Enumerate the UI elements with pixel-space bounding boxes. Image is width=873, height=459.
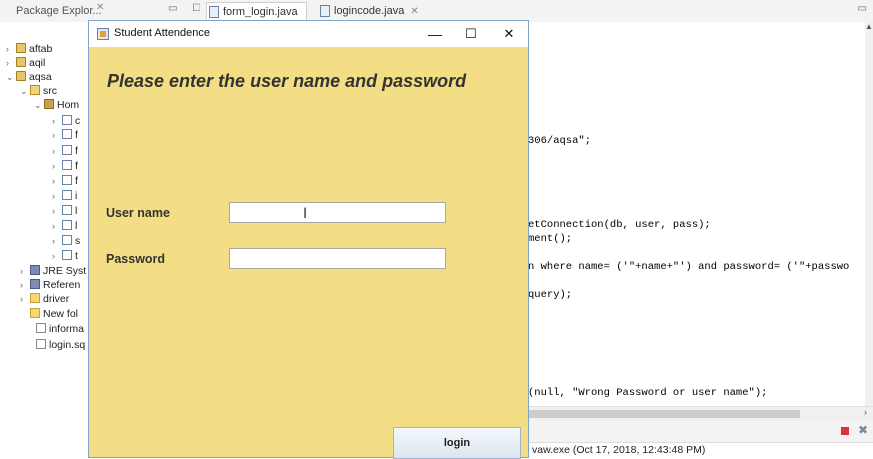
code-line: (null, "Wrong Password or user name"); (528, 387, 768, 399)
tree-item[interactable]: › t (52, 249, 78, 263)
tree-item[interactable]: ⌄ aqsa (6, 70, 52, 84)
java-file-icon (320, 5, 330, 17)
chevron-right-icon[interactable]: › (20, 278, 30, 292)
chevron-right-icon[interactable]: › (52, 174, 62, 188)
remove-icon[interactable]: ✖ (858, 423, 868, 437)
editor-tab-logincode[interactable]: logincode.java ✕ (318, 2, 419, 20)
java-file-icon (62, 235, 72, 245)
tree-item[interactable]: › l (52, 219, 77, 233)
java-file-icon (62, 250, 72, 260)
tree-item[interactable]: New fol (30, 307, 78, 321)
chevron-right-icon[interactable]: › (52, 204, 62, 218)
library-icon (30, 279, 40, 289)
login-button[interactable]: login (393, 427, 521, 459)
dialog-titlebar[interactable]: Student Attendence — ☐ ✕ (89, 21, 528, 47)
code-line: ment(); (528, 233, 573, 245)
horizontal-scrollbar[interactable]: › (528, 406, 873, 421)
folder-icon (30, 293, 40, 303)
project-icon (16, 57, 26, 67)
file-icon (36, 339, 46, 349)
close-icon[interactable]: ✕ (410, 6, 418, 17)
code-line: 306/aqsa"; (528, 135, 592, 147)
tree-item[interactable]: › aqil (6, 56, 45, 70)
java-file-icon (62, 220, 72, 230)
chevron-down-icon[interactable]: ⌄ (20, 84, 30, 98)
java-file-icon (62, 115, 72, 125)
code-line: etConnection(db, user, pass); (528, 219, 711, 231)
password-label: Password (106, 252, 166, 266)
tree-item[interactable]: › f (52, 144, 78, 158)
java-file-icon (62, 190, 72, 200)
chevron-right-icon[interactable]: › (20, 292, 30, 306)
editor-tab-form-login[interactable]: form_login.java (206, 2, 307, 21)
chevron-right-icon[interactable]: › (52, 249, 62, 263)
stop-icon[interactable] (841, 427, 849, 435)
chevron-right-icon[interactable]: › (52, 234, 62, 248)
code-editor[interactable]: 306/aqsa"; etConnection(db, user, pass);… (528, 22, 865, 406)
tree-item[interactable]: ⌄ src (20, 84, 57, 98)
tree-item[interactable]: › JRE Syst (20, 264, 86, 278)
java-file-icon (62, 129, 72, 139)
close-icon[interactable]: ✕ (96, 2, 104, 13)
tree-item[interactable]: › aftab (6, 42, 52, 56)
login-dialog: Student Attendence — ☐ ✕ Please enter th… (88, 20, 529, 459)
java-file-icon (62, 175, 72, 185)
project-icon (16, 43, 26, 53)
folder-icon (30, 308, 40, 318)
password-input[interactable] (229, 248, 446, 269)
chevron-right-icon[interactable]: › (52, 128, 62, 142)
tree-item[interactable]: › f (52, 128, 78, 142)
chevron-up-icon[interactable]: ▲ (865, 22, 873, 31)
tree-item[interactable]: ⌄ Hom (34, 98, 79, 112)
scrollbar-thumb[interactable] (528, 410, 800, 418)
tree-item[interactable]: informa (36, 322, 84, 336)
minimize-button[interactable]: — (416, 21, 454, 47)
maximize-button[interactable]: ☐ (452, 21, 490, 47)
minimize-icon[interactable]: ▭ (858, 3, 867, 14)
chevron-down-icon[interactable]: ⌄ (34, 98, 44, 112)
chevron-right-icon[interactable]: › (864, 407, 867, 417)
package-explorer-tab[interactable]: Package Explor... (2, 2, 102, 20)
tree-item[interactable]: › i (52, 189, 77, 203)
tree-item[interactable]: › driver (20, 292, 69, 306)
vertical-scrollbar[interactable]: ▲ (865, 22, 873, 406)
dialog-heading: Please enter the user name and password (107, 71, 467, 91)
code-line: n where name= ('"+name+"') and password=… (528, 261, 850, 273)
chevron-right-icon[interactable]: › (6, 42, 16, 56)
console-toolbar: ✖ (528, 420, 873, 443)
file-icon (36, 323, 46, 333)
tree-item[interactable]: › l (52, 204, 77, 218)
tree-item[interactable]: › c (52, 114, 80, 128)
chevron-right-icon[interactable]: › (52, 219, 62, 233)
close-button[interactable]: ✕ (490, 21, 528, 47)
library-icon (30, 265, 40, 275)
package-explorer-tree: › aftab › aqil ⌄ aqsa ⌄ src ⌄ Hom › c › f › f › f… (0, 22, 90, 458)
tree-item[interactable]: login.sq (36, 338, 85, 352)
tree-item[interactable]: › Referen (20, 278, 80, 292)
java-app-icon (97, 28, 109, 40)
text-cursor-icon: I (303, 206, 308, 222)
dialog-title: Student Attendence (114, 27, 211, 39)
chevron-right-icon[interactable]: › (52, 189, 62, 203)
tree-item[interactable]: › f (52, 174, 78, 188)
java-file-icon (209, 6, 219, 18)
tree-item[interactable]: › s (52, 234, 80, 248)
java-file-icon (62, 145, 72, 155)
console-status: vaw.exe (Oct 17, 2018, 12:43:48 PM) (532, 444, 706, 456)
username-label: User name (106, 206, 170, 220)
username-input[interactable] (229, 202, 446, 223)
chevron-down-icon[interactable]: ⌄ (6, 70, 16, 84)
chevron-right-icon[interactable]: › (20, 264, 30, 278)
tree-item[interactable]: › f (52, 159, 78, 173)
chevron-right-icon[interactable]: › (52, 114, 62, 128)
code-line: query); (528, 289, 573, 301)
java-file-icon (62, 160, 72, 170)
package-icon (44, 99, 54, 109)
chevron-right-icon[interactable]: › (52, 144, 62, 158)
chevron-right-icon[interactable]: › (6, 56, 16, 70)
chevron-right-icon[interactable]: › (52, 159, 62, 173)
source-folder-icon (30, 85, 40, 95)
project-icon (16, 71, 26, 81)
java-file-icon (62, 205, 72, 215)
